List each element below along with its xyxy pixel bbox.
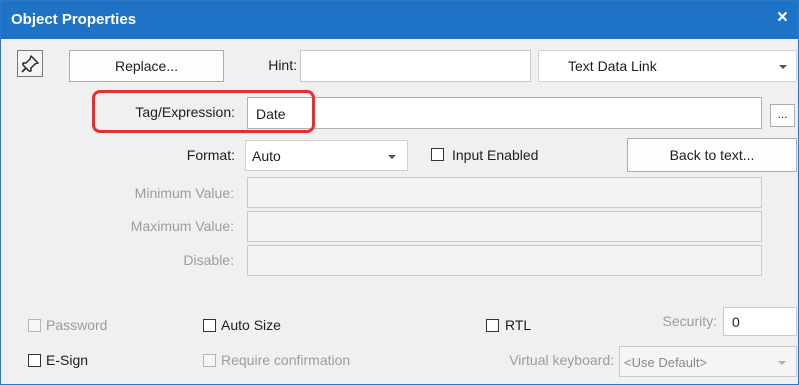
maximum-value-label: Maximum Value: [130, 218, 234, 234]
tag-expression-input[interactable]: Date [247, 97, 762, 129]
auto-size-checkbox[interactable] [203, 319, 216, 332]
format-select[interactable]: Auto [245, 140, 408, 171]
input-enabled-checkbox[interactable] [431, 148, 444, 161]
maximum-value-input[interactable] [247, 211, 762, 242]
object-properties-dialog: Object Properties × Replace... Hint: Tex… [0, 0, 799, 385]
dialog-title: Object Properties [11, 11, 137, 28]
virtual-keyboard-select[interactable]: <Use Default> [619, 346, 797, 377]
esign-checkbox[interactable] [28, 354, 41, 367]
close-icon[interactable]: × [777, 7, 788, 29]
esign-label: E-Sign [46, 352, 89, 368]
chevron-down-icon [388, 155, 396, 159]
browse-button[interactable]: ... [770, 104, 795, 127]
format-value: Auto [252, 148, 281, 164]
virtual-keyboard-value: <Use Default> [624, 355, 708, 370]
back-to-text-button[interactable]: Back to text... [627, 138, 797, 172]
minimum-value-input[interactable] [247, 177, 762, 208]
rtl-checkbox[interactable] [486, 319, 499, 332]
highlight-box [92, 90, 315, 133]
minimum-value-label: Minimum Value: [134, 185, 234, 201]
input-enabled-label: Input Enabled [452, 147, 539, 163]
link-type-select[interactable]: Text Data Link [538, 50, 797, 82]
disable-input[interactable] [247, 245, 762, 276]
password-checkbox[interactable] [28, 319, 41, 332]
auto-size-label: Auto Size [221, 317, 281, 333]
require-confirmation-label: Require confirmation [221, 352, 351, 368]
security-label: Security: [662, 313, 717, 329]
rtl-label: RTL [505, 317, 532, 333]
replace-button[interactable]: Replace... [69, 50, 224, 82]
chevron-down-icon [778, 361, 786, 365]
hint-input[interactable] [300, 50, 531, 82]
require-confirmation-checkbox[interactable] [203, 354, 216, 367]
title-bar: Object Properties × [1, 1, 798, 39]
security-value: 0 [732, 314, 740, 330]
virtual-keyboard-label: Virtual keyboard: [509, 352, 614, 368]
disable-label: Disable: [183, 252, 234, 268]
password-label: Password [46, 317, 108, 333]
pin-button[interactable] [17, 50, 43, 77]
security-input[interactable]: 0 [723, 307, 797, 336]
format-label: Format: [186, 147, 235, 163]
pushpin-icon [21, 55, 39, 73]
link-type-value: Text Data Link [568, 58, 657, 74]
chevron-down-icon [779, 65, 787, 69]
hint-label: Hint: [268, 57, 297, 73]
